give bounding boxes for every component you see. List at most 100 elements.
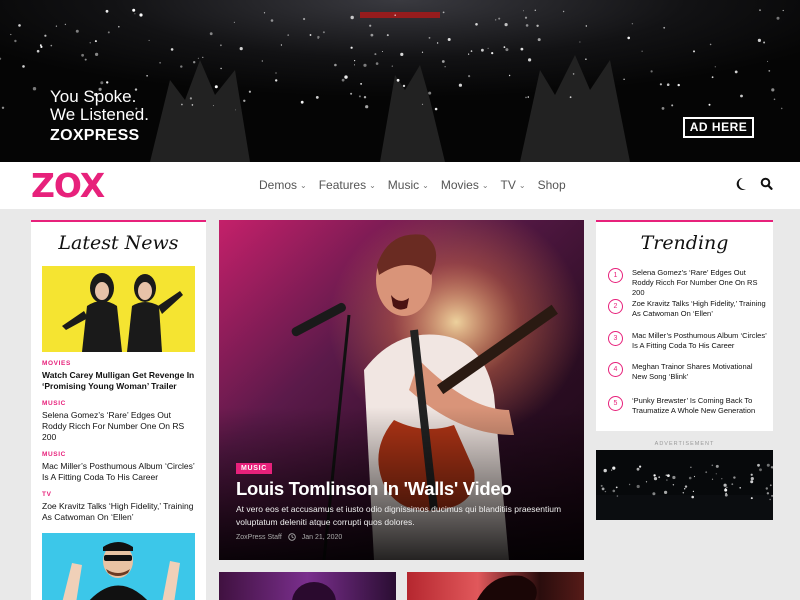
phone-light (375, 62, 379, 65)
phone-light (381, 51, 383, 52)
nav-item-label: Shop (537, 178, 566, 192)
phone-light (32, 87, 37, 91)
nav-item-music[interactable]: Music ⌄ (388, 178, 429, 192)
phone-light (159, 61, 162, 64)
trending-headline[interactable]: Selena Gomez’s ‘Rare’ Edges Out Roddy Ri… (632, 268, 767, 298)
phone-light (585, 58, 587, 60)
news-headline[interactable]: Zoe Kravitz Talks ‘High Fidelity,’ Train… (42, 501, 195, 523)
top-banner-ad[interactable]: You Spoke. We Listened. ZOXPRESS AD HERE (0, 0, 800, 162)
news-thumbnail[interactable] (42, 533, 195, 600)
phone-light (705, 471, 708, 474)
list-item[interactable]: MUSIC Mac Miller’s Posthumous Album ‘Cir… (42, 451, 195, 483)
trending-headline[interactable]: ‘Punky Brewster’ Is Coming Back To Traum… (632, 396, 767, 416)
phone-light (261, 60, 263, 62)
nav-item-features[interactable]: Features ⌄ (319, 178, 376, 192)
phone-light (189, 97, 192, 100)
hero-category-badge[interactable]: MUSIC (236, 463, 273, 474)
phone-light (134, 13, 136, 15)
phone-light (740, 94, 743, 98)
nav-item-movies[interactable]: Movies ⌄ (441, 178, 489, 192)
phone-light (691, 495, 694, 499)
trending-headline[interactable]: Meghan Trainor Shares Motivational New S… (632, 362, 767, 382)
phone-light (733, 476, 736, 479)
phone-light (303, 17, 306, 21)
phone-light (636, 467, 640, 471)
phone-light (604, 490, 607, 493)
trending-item[interactable]: 2 Zoe Kravitz Talks ‘High Fidelity,’ Tra… (608, 299, 766, 318)
phone-light (202, 56, 204, 59)
phone-light (434, 107, 438, 111)
trending-item[interactable]: 1 Selena Gomez’s ‘Rare’ Edges Out Roddy … (608, 268, 757, 297)
phone-light (711, 478, 714, 480)
sidebar-ad[interactable] (596, 450, 773, 520)
phone-light (750, 477, 754, 481)
list-item[interactable]: MUSIC Selena Gomez’s ‘Rare’ Edges Out Ro… (42, 400, 195, 443)
category-label[interactable]: MOVIES (42, 360, 195, 367)
phone-light (711, 464, 714, 467)
phone-light (132, 8, 136, 12)
trending-rank: 5 (608, 396, 623, 411)
phone-light (601, 487, 605, 491)
phone-light (731, 483, 734, 486)
phone-light (715, 464, 719, 468)
phone-light (400, 52, 404, 57)
phone-light (579, 41, 581, 43)
author-name[interactable]: ZoxPress Staff (236, 534, 282, 541)
phone-light (354, 64, 355, 66)
ad-here-button[interactable]: AD HERE (683, 117, 754, 138)
phone-light (64, 23, 67, 26)
nav-item-shop[interactable]: Shop (538, 178, 566, 192)
trending-rank: 3 (608, 331, 623, 346)
trending-headline[interactable]: Zoe Kravitz Talks ‘High Fidelity,’ Train… (632, 299, 767, 319)
phone-light (757, 463, 760, 467)
moon-icon[interactable] (735, 177, 747, 191)
chevron-down-icon: ⌄ (422, 180, 429, 190)
category-label[interactable]: MUSIC (42, 451, 195, 458)
phone-light (631, 23, 634, 25)
phone-light (354, 60, 356, 62)
trending-headline[interactable]: Mac Miller’s Posthumous Album ‘Circles’ … (632, 331, 767, 351)
phone-light (315, 96, 319, 99)
nav-item-tv[interactable]: TV ⌄ (501, 178, 526, 192)
phone-light (759, 9, 761, 12)
nav-item-demos[interactable]: Demos ⌄ (259, 178, 307, 192)
site-logo[interactable]: ZOX (31, 169, 105, 203)
trending-item[interactable]: 4 Meghan Trainor Shares Motivational New… (608, 362, 752, 381)
phone-light (220, 67, 222, 70)
phone-light (688, 476, 692, 480)
list-item[interactable]: MOVIES Watch Carey Mulligan Get Revenge … (42, 360, 195, 392)
phone-light (1, 106, 5, 110)
phone-light (18, 24, 21, 27)
trending-widget: Trending 1 Selena Gomez’s ‘Rare’ Edges O… (596, 220, 773, 431)
trending-item[interactable]: 3 Mac Miller’s Posthumous Album ‘Circles… (608, 331, 766, 350)
trending-item[interactable]: 5 ‘Punky Brewster’ Is Coming Back To Tra… (608, 396, 755, 415)
two-women-photo (42, 266, 195, 352)
hero-title[interactable]: Louis Tomlinson In 'Walls' Video (236, 478, 512, 500)
news-headline[interactable]: Mac Miller’s Posthumous Album ‘Circles’ … (42, 461, 195, 483)
article-card[interactable] (407, 572, 584, 600)
phone-light (491, 52, 494, 55)
phone-light (370, 33, 374, 37)
phone-light (773, 98, 776, 101)
phone-light (322, 31, 325, 34)
phone-light (537, 38, 541, 42)
category-label[interactable]: MUSIC (42, 400, 195, 407)
search-icon[interactable] (760, 177, 773, 191)
news-headline[interactable]: Selena Gomez’s ‘Rare’ Edges Out Roddy Ri… (42, 410, 195, 443)
phone-light (487, 47, 489, 50)
article-card[interactable] (219, 572, 396, 600)
phone-light (715, 473, 717, 475)
phone-light (22, 65, 25, 68)
phone-light (233, 21, 235, 23)
phone-light (421, 51, 424, 53)
phone-light (180, 65, 183, 68)
category-label[interactable]: TV (42, 491, 195, 498)
latest-news-title: Latest News (58, 232, 179, 254)
featured-article[interactable]: MUSIC Louis Tomlinson In 'Walls' Video A… (219, 220, 584, 560)
latest-news-widget: Latest News MOVIES Watch Carey Mulligan … (31, 220, 206, 600)
news-headline[interactable]: Watch Carey Mulligan Get Revenge In ‘Pro… (42, 370, 195, 392)
phone-light (358, 95, 361, 98)
phone-light (562, 10, 565, 13)
news-thumbnail[interactable] (42, 266, 195, 352)
list-item[interactable]: TV Zoe Kravitz Talks ‘High Fidelity,’ Tr… (42, 491, 195, 523)
